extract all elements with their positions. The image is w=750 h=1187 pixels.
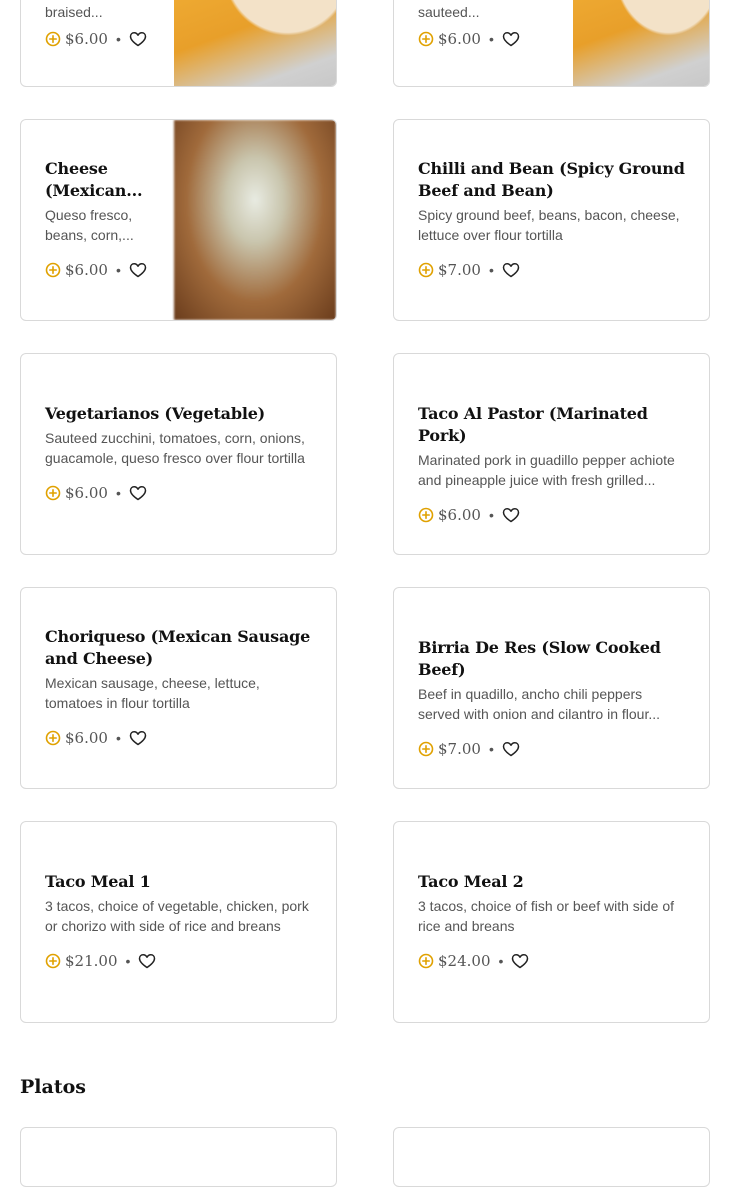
separator-dot: • bbox=[125, 953, 131, 969]
item-description: braised... bbox=[45, 4, 103, 20]
menu-item-card[interactable]: Chilli and Bean (Spicy Ground Beef and B… bbox=[393, 119, 710, 321]
heart-outline-icon[interactable] bbox=[129, 730, 147, 746]
separator-dot: • bbox=[115, 730, 121, 746]
plus-circle-icon[interactable] bbox=[418, 31, 434, 47]
item-title: Birria De Res (Slow Cooked Beef) bbox=[418, 638, 661, 679]
item-title: Taco Al Pastor (Marinated Pork) bbox=[418, 404, 648, 445]
item-price: $21.00 bbox=[65, 952, 118, 970]
plus-circle-icon[interactable] bbox=[45, 262, 61, 278]
plus-circle-icon[interactable] bbox=[418, 953, 434, 969]
item-description: Mexican sausage, cheese, lettuce, tomato… bbox=[45, 675, 260, 711]
heart-outline-icon[interactable] bbox=[502, 741, 520, 757]
heart-outline-icon[interactable] bbox=[502, 31, 520, 47]
menu-item-card[interactable]: Taco Meal 1 3 tacos, choice of vegetable… bbox=[20, 821, 337, 1023]
menu-item-card[interactable]: Taco Meal 2 3 tacos, choice of fish or b… bbox=[393, 821, 710, 1023]
item-title: Taco Meal 1 bbox=[45, 872, 151, 891]
item-title: Taco Meal 2 bbox=[418, 872, 524, 891]
item-photo bbox=[174, 120, 336, 320]
item-description: Marinated pork in guadillo pepper achiot… bbox=[418, 452, 675, 488]
item-title: Cheese (Mexican... bbox=[45, 159, 143, 200]
item-price: $24.00 bbox=[438, 952, 491, 970]
heart-outline-icon[interactable] bbox=[511, 953, 529, 969]
plus-circle-icon[interactable] bbox=[418, 507, 434, 523]
item-price: $6.00 bbox=[65, 30, 108, 48]
item-price: $6.00 bbox=[438, 506, 481, 524]
plus-circle-icon[interactable] bbox=[418, 262, 434, 278]
item-price: $7.00 bbox=[438, 740, 481, 758]
separator-dot: • bbox=[498, 953, 504, 969]
item-photo bbox=[174, 0, 336, 86]
separator-dot: • bbox=[115, 31, 121, 47]
item-description: Beef in quadillo, ancho chili peppers se… bbox=[418, 686, 661, 722]
plus-circle-icon[interactable] bbox=[418, 741, 434, 757]
separator-dot: • bbox=[488, 262, 494, 278]
item-price: $6.00 bbox=[438, 30, 481, 48]
menu-item-card[interactable]: sauteed... $6.00 • bbox=[393, 0, 710, 87]
item-title: Vegetarianos (Vegetable) bbox=[45, 404, 266, 423]
heart-outline-icon[interactable] bbox=[129, 262, 147, 278]
plus-circle-icon[interactable] bbox=[45, 953, 61, 969]
section-heading-platos: Platos bbox=[20, 1076, 86, 1098]
menu-item-card[interactable]: Choriqueso (Mexican Sausage and Cheese) … bbox=[20, 587, 337, 789]
item-price: $6.00 bbox=[65, 484, 108, 502]
item-description: Spicy ground beef, beans, bacon, cheese,… bbox=[418, 207, 680, 243]
heart-outline-icon[interactable] bbox=[502, 507, 520, 523]
heart-outline-icon[interactable] bbox=[502, 262, 520, 278]
heart-outline-icon[interactable] bbox=[129, 485, 147, 501]
menu-item-card[interactable]: Birria De Res (Slow Cooked Beef) Beef in… bbox=[393, 587, 710, 789]
menu-item-card[interactable]: braised... $6.00 • bbox=[20, 0, 337, 87]
menu-item-card[interactable] bbox=[393, 1127, 710, 1187]
heart-outline-icon[interactable] bbox=[138, 953, 156, 969]
item-description: sauteed... bbox=[418, 4, 480, 20]
separator-dot: • bbox=[115, 262, 121, 278]
plus-circle-icon[interactable] bbox=[45, 31, 61, 47]
separator-dot: • bbox=[488, 507, 494, 523]
item-description: Sauteed zucchini, tomatoes, corn, onions… bbox=[45, 430, 305, 466]
menu-item-card[interactable]: Taco Al Pastor (Marinated Pork) Marinate… bbox=[393, 353, 710, 555]
menu-item-card[interactable] bbox=[20, 1127, 337, 1187]
item-photo bbox=[573, 0, 709, 86]
menu-item-card[interactable]: Cheese (Mexican... Queso fresco, beans, … bbox=[20, 119, 337, 321]
item-price: $6.00 bbox=[65, 729, 108, 747]
menu-item-card[interactable]: Vegetarianos (Vegetable) Sauteed zucchin… bbox=[20, 353, 337, 555]
item-price: $7.00 bbox=[438, 261, 481, 279]
separator-dot: • bbox=[488, 31, 494, 47]
item-price: $6.00 bbox=[65, 261, 108, 279]
item-title: Chilli and Bean (Spicy Ground Beef and B… bbox=[418, 159, 685, 200]
separator-dot: • bbox=[488, 741, 494, 757]
plus-circle-icon[interactable] bbox=[45, 730, 61, 746]
plus-circle-icon[interactable] bbox=[45, 485, 61, 501]
heart-outline-icon[interactable] bbox=[129, 31, 147, 47]
separator-dot: • bbox=[115, 485, 121, 501]
item-title: Choriqueso (Mexican Sausage and Cheese) bbox=[45, 627, 311, 668]
item-description: 3 tacos, choice of vegetable, chicken, p… bbox=[45, 898, 309, 934]
item-description: Queso fresco, beans, corn,... bbox=[45, 207, 134, 243]
item-description: 3 tacos, choice of fish or beef with sid… bbox=[418, 898, 675, 934]
